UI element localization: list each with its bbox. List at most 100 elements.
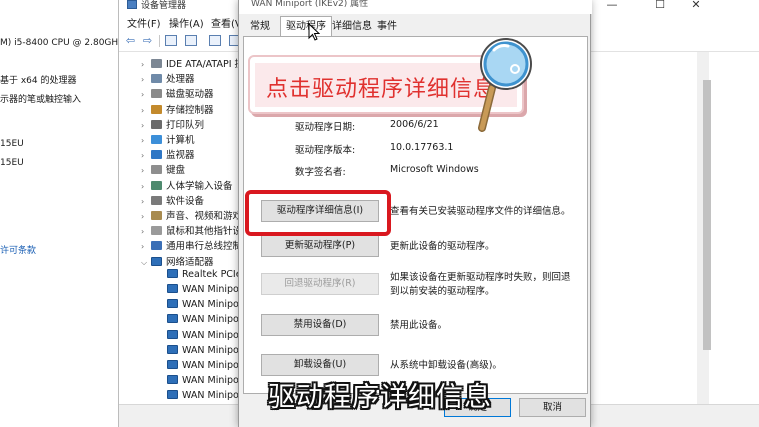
driver-details-desc: 查看有关已安装驱动程序文件的详细信息。 bbox=[390, 206, 571, 217]
tab-details[interactable]: 详细信息 bbox=[327, 18, 377, 36]
uninstall-device-button[interactable]: 卸载设备(U) bbox=[261, 354, 379, 376]
pen-touch-text: 示器的笔或触控输入 bbox=[0, 95, 82, 105]
menu-action[interactable]: 操作(A) bbox=[169, 15, 204, 30]
edition-text-1: 15EU bbox=[0, 139, 24, 149]
tree-category[interactable]: › 处理器 bbox=[141, 71, 195, 86]
driver-date-label: 驱动程序日期: bbox=[295, 122, 356, 133]
computer-icon bbox=[151, 135, 162, 144]
network-adapter-icon bbox=[167, 360, 178, 369]
expand-arrow-icon[interactable]: › bbox=[141, 136, 151, 145]
tree-category[interactable]: › 打印队列 bbox=[141, 117, 204, 132]
tab-events[interactable]: 事件 bbox=[372, 18, 402, 36]
close-icon[interactable]: ✕ bbox=[685, 0, 707, 11]
menu-file[interactable]: 文件(F) bbox=[127, 15, 161, 30]
usb-icon bbox=[151, 241, 162, 251]
disable-device-desc: 禁用此设备。 bbox=[390, 320, 448, 331]
cancel-button[interactable]: 取消 bbox=[519, 398, 586, 417]
tree-category-label: 软件设备 bbox=[166, 195, 205, 207]
disable-device-button[interactable]: 禁用设备(D) bbox=[261, 314, 379, 336]
mouse-cursor-icon bbox=[308, 23, 320, 41]
network-adapter-icon bbox=[167, 268, 178, 278]
minimize-icon[interactable]: — bbox=[601, 0, 623, 11]
tree-category[interactable]: › 监视器 bbox=[141, 147, 195, 162]
device-manager-title: 设备管理器 bbox=[141, 1, 187, 11]
monitor-icon bbox=[151, 150, 162, 160]
device-manager-icon bbox=[127, 0, 137, 9]
digital-signer-value: Microsoft Windows bbox=[390, 164, 479, 175]
expand-arrow-icon[interactable]: › bbox=[141, 182, 151, 191]
collapse-arrow-icon[interactable]: ⌵ bbox=[141, 258, 151, 268]
tree-category-label: 键盘 bbox=[166, 165, 186, 177]
system-type-text: 基于 x64 的处理器 bbox=[0, 76, 77, 86]
mouse-icon bbox=[151, 226, 162, 236]
expand-arrow-icon[interactable]: › bbox=[141, 75, 151, 84]
expand-arrow-icon[interactable]: › bbox=[141, 60, 151, 69]
tree-category[interactable]: › 鼠标和其他指针设备 bbox=[141, 223, 252, 238]
tree-category[interactable]: › 存储控制器 bbox=[141, 102, 214, 117]
tree-category-label: 网络适配器 bbox=[166, 256, 214, 268]
scrollbar-thumb[interactable] bbox=[703, 80, 711, 350]
tree-category[interactable]: ⌵ 网络适配器 bbox=[141, 254, 214, 269]
expand-arrow-icon[interactable]: › bbox=[141, 166, 151, 175]
digital-signer-label: 数字签名者: bbox=[295, 167, 346, 178]
tree-category[interactable]: › 通用串行总线控制器 bbox=[141, 238, 252, 253]
hid-icon bbox=[151, 180, 162, 190]
rollback-driver-button[interactable]: 回退驱动程序(R) bbox=[261, 273, 379, 295]
tree-category-label: 存储控制器 bbox=[166, 104, 214, 116]
toolbar-separator bbox=[159, 35, 160, 47]
tree-category[interactable]: › 软件设备 bbox=[141, 193, 204, 208]
update-driver-button[interactable]: 更新驱动程序(P) bbox=[261, 235, 379, 257]
tab-bar: 常规 驱动程序 详细信息 事件 bbox=[239, 14, 592, 37]
expand-arrow-icon[interactable]: › bbox=[141, 242, 151, 251]
expand-arrow-icon[interactable]: › bbox=[141, 227, 151, 236]
network-adapter-icon bbox=[167, 284, 178, 293]
highlight-box bbox=[245, 190, 391, 236]
tree-category-label: 监视器 bbox=[166, 150, 195, 162]
network-adapter-icon bbox=[167, 375, 178, 385]
expand-arrow-icon[interactable]: › bbox=[141, 106, 151, 115]
network-adapter-icon bbox=[167, 329, 178, 339]
tree-category[interactable]: › 人体学输入设备 bbox=[141, 178, 233, 193]
expand-arrow-icon[interactable]: › bbox=[141, 121, 151, 130]
dialog-title: WAN Miniport (IKEv2) 属性 bbox=[251, 0, 369, 9]
magnifier-icon bbox=[478, 38, 532, 132]
video-subtitle: 驱动程序详细信息 bbox=[268, 382, 492, 413]
forward-arrow-icon[interactable]: ⇨ bbox=[140, 34, 155, 48]
ide-controller-icon bbox=[151, 59, 162, 68]
show-hidden-icon[interactable] bbox=[185, 35, 197, 46]
keyboard-icon bbox=[151, 165, 162, 175]
cpu-info-text: M) i5-8400 CPU @ 2.80GHz bbox=[0, 38, 123, 48]
network-adapter-icon bbox=[151, 256, 162, 266]
tab-driver[interactable]: 驱动程序 bbox=[280, 16, 332, 37]
help-icon[interactable] bbox=[209, 35, 221, 46]
properties-view-icon[interactable] bbox=[165, 35, 177, 46]
driver-date-value: 2006/6/21 bbox=[390, 119, 439, 130]
back-arrow-icon[interactable]: ⇦ bbox=[123, 34, 138, 48]
edition-text-2: 15EU bbox=[0, 158, 24, 168]
tree-category-label: 打印队列 bbox=[166, 119, 205, 131]
software-device-icon bbox=[151, 195, 162, 205]
expand-arrow-icon[interactable]: › bbox=[141, 90, 151, 99]
storage-controller-icon bbox=[151, 104, 162, 114]
tree-category-label: 计算机 bbox=[166, 135, 195, 146]
update-driver-desc: 更新此设备的驱动程序。 bbox=[390, 241, 495, 252]
tab-general[interactable]: 常规 bbox=[245, 18, 275, 36]
processor-icon bbox=[151, 74, 162, 84]
expand-arrow-icon[interactable]: › bbox=[141, 197, 151, 206]
tree-category[interactable]: › 键盘 bbox=[141, 162, 185, 177]
disk-drive-icon bbox=[151, 89, 162, 99]
driver-version-label: 驱动程序版本: bbox=[295, 145, 356, 156]
tree-category[interactable]: › 磁盘驱动器 bbox=[141, 86, 214, 101]
network-adapter-icon bbox=[167, 344, 178, 354]
system-info-window: M) i5-8400 CPU @ 2.80GHz 基于 x64 的处理器 示器的… bbox=[0, 0, 126, 427]
network-adapter-icon bbox=[167, 390, 178, 400]
uninstall-device-desc: 从系统中卸载设备(高级)。 bbox=[390, 360, 502, 371]
printer-icon bbox=[151, 119, 162, 129]
license-terms-link[interactable]: 许可条款 bbox=[0, 243, 36, 256]
tree-category-label: 处理器 bbox=[166, 74, 195, 86]
expand-arrow-icon[interactable]: › bbox=[141, 151, 151, 160]
dialog-titlebar: WAN Miniport (IKEv2) 属性 bbox=[239, 0, 592, 14]
maximize-icon[interactable]: ☐ bbox=[649, 0, 671, 11]
tree-category[interactable]: › 计算机 bbox=[141, 132, 195, 147]
expand-arrow-icon[interactable]: › bbox=[141, 212, 151, 221]
